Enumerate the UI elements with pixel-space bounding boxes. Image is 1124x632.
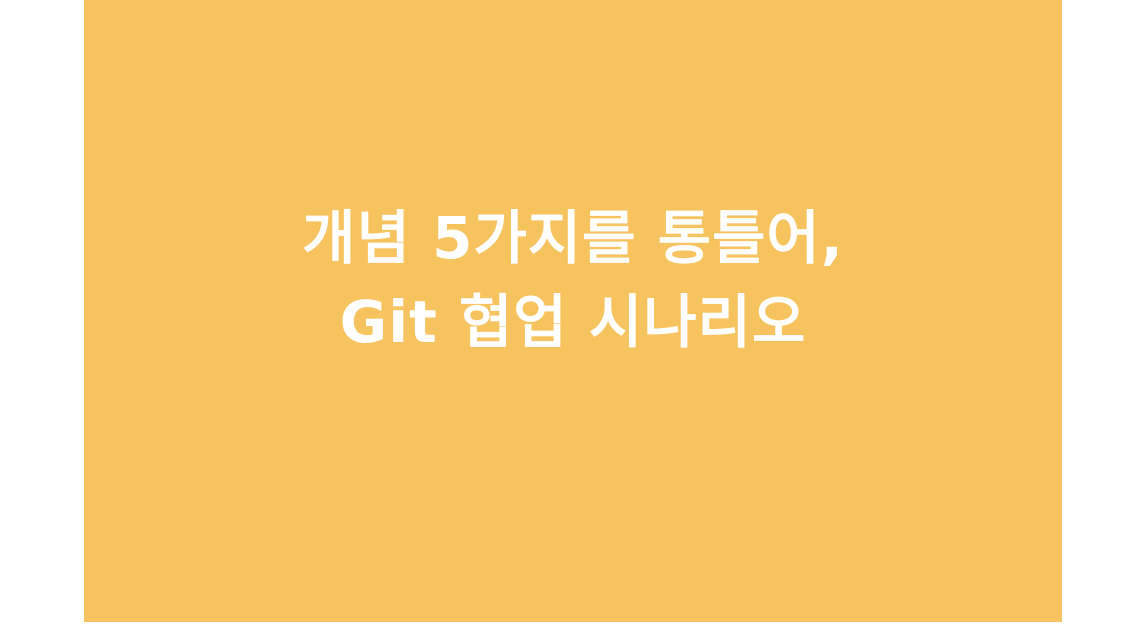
slide-title-line-2: Git 협업 시나리오: [339, 288, 807, 356]
slide-title: 개념 5가지를 통틀어, Git 협업 시나리오: [84, 196, 1062, 364]
title-slide: 개념 5가지를 통틀어, Git 협업 시나리오: [84, 0, 1062, 622]
slide-title-line-1: 개념 5가지를 통틀어,: [302, 204, 844, 272]
